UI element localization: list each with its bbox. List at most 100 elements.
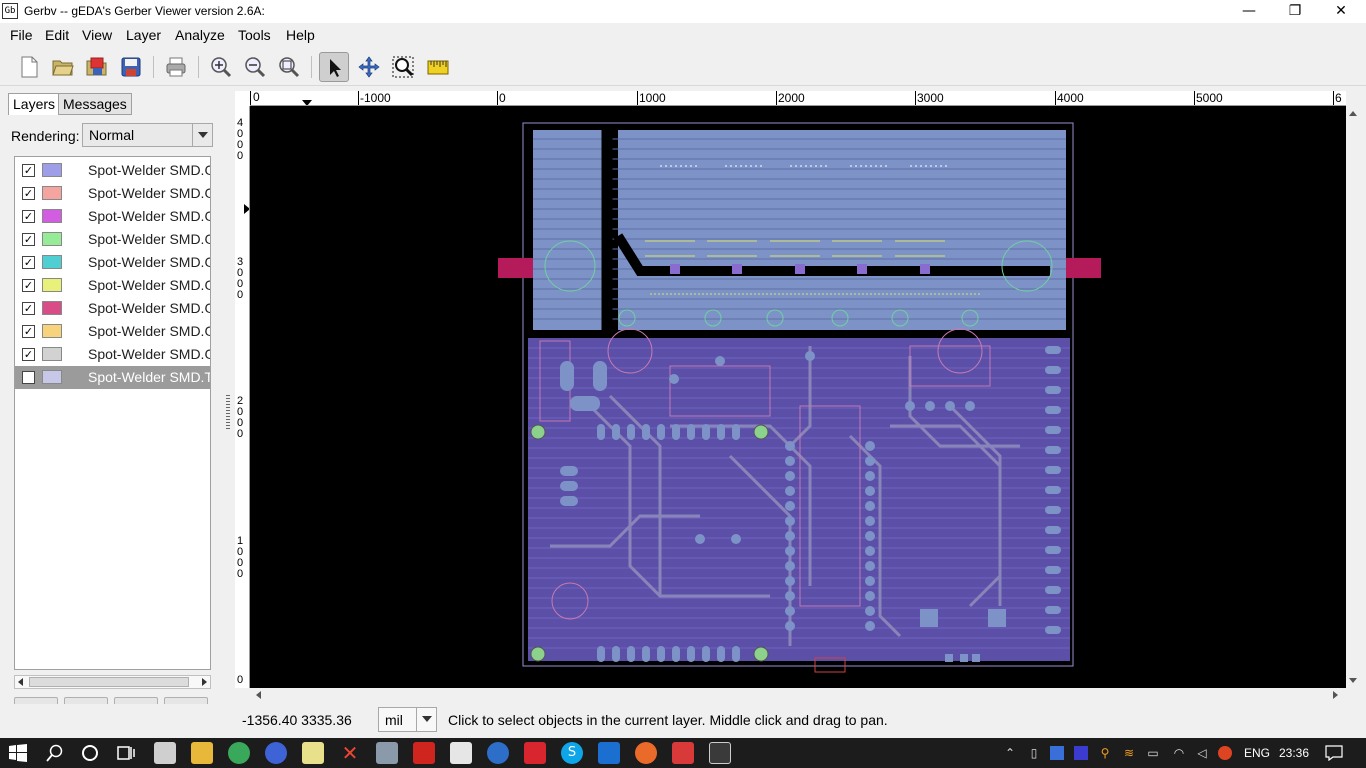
chevron-up-icon[interactable]	[1348, 109, 1358, 117]
chrome-icon[interactable]	[228, 742, 250, 764]
layer-color-swatch[interactable]	[42, 324, 62, 338]
chevron-right-icon[interactable]	[200, 677, 208, 687]
notifications-icon[interactable]	[1325, 745, 1343, 761]
firefox-icon[interactable]	[635, 742, 657, 764]
layer-color-swatch[interactable]	[42, 163, 62, 177]
outlook-icon[interactable]	[598, 742, 620, 764]
notepad-icon[interactable]	[302, 742, 324, 764]
layer-list-scrollbar[interactable]	[14, 675, 211, 689]
layer-visibility-checkbox[interactable]: ✓	[22, 256, 35, 269]
browser-icon[interactable]	[265, 742, 287, 764]
tray-search-icon[interactable]: ⚲	[1098, 746, 1112, 760]
tab-messages[interactable]: Messages	[58, 93, 132, 115]
layer-color-swatch[interactable]	[42, 255, 62, 269]
gerber-canvas[interactable]	[250, 106, 1346, 688]
layer-visibility-checkbox[interactable]: ✓	[22, 164, 35, 177]
chevron-left-icon[interactable]	[17, 677, 25, 687]
zoom-fit-button[interactable]	[274, 52, 304, 82]
pdf-reader-icon[interactable]	[524, 742, 546, 764]
tray-signal-icon[interactable]: ≋	[1122, 746, 1136, 760]
layer-row[interactable]: ✓ Spot-Welder SMD.GKO	[15, 343, 210, 366]
rendering-mode-select[interactable]: Normal	[82, 123, 213, 147]
close-button[interactable]: ✕	[1318, 0, 1364, 23]
zoom-out-button[interactable]	[240, 52, 270, 82]
file-explorer-icon[interactable]	[191, 742, 213, 764]
layer-color-swatch[interactable]	[42, 278, 62, 292]
clock[interactable]: 23:36	[1279, 746, 1309, 760]
menu-tools[interactable]: Tools	[238, 27, 271, 43]
clock-app-icon[interactable]	[154, 742, 176, 764]
print-button[interactable]	[161, 52, 191, 82]
clipboard-icon[interactable]	[450, 742, 472, 764]
chevron-right-icon[interactable]	[1332, 690, 1340, 700]
layer-row[interactable]: ✓ Spot-Welder SMD.GTS	[15, 251, 210, 274]
layer-color-swatch[interactable]	[42, 370, 62, 384]
layer-visibility-checkbox[interactable]: ✓	[22, 348, 35, 361]
start-icon[interactable]	[9, 744, 27, 762]
layer-visibility-checkbox[interactable]: ✓	[22, 233, 35, 246]
menu-analyze[interactable]: Analyze	[175, 27, 225, 43]
search-app-icon[interactable]	[487, 742, 509, 764]
layer-row[interactable]: ✓ Spot-Welder SMD.GBL	[15, 182, 210, 205]
revert-button[interactable]	[82, 52, 112, 82]
layer-row[interactable]: ✓ Spot-Welder SMD.GTO	[15, 205, 210, 228]
tray-app3-icon[interactable]	[1218, 746, 1232, 760]
layer-visibility-checkbox[interactable]: ✓	[22, 279, 35, 292]
tab-layers[interactable]: Layers	[8, 93, 61, 115]
skype-icon[interactable]: S	[561, 742, 583, 764]
xmind-icon[interactable]: ✕	[339, 742, 361, 764]
unit-select[interactable]: mil	[378, 707, 437, 732]
menu-view[interactable]: View	[82, 27, 112, 43]
wifi-icon[interactable]: ◠	[1172, 746, 1186, 760]
menu-help[interactable]: Help	[286, 27, 315, 43]
measure-tool-button[interactable]	[423, 52, 453, 82]
canvas-vertical-scrollbar[interactable]	[1346, 106, 1360, 688]
volume-icon[interactable]: ◁	[1195, 746, 1209, 760]
gerbv-taskbar-icon[interactable]	[709, 742, 731, 764]
language-indicator[interactable]: ENG	[1244, 746, 1270, 760]
layer-visibility-checkbox[interactable]: ✓	[22, 302, 35, 315]
layer-color-swatch[interactable]	[42, 301, 62, 315]
gerbv-app-icon[interactable]: Gb	[2, 3, 18, 19]
menu-file[interactable]: File	[10, 27, 33, 43]
save-button[interactable]	[116, 52, 146, 82]
calculator-icon[interactable]	[376, 742, 398, 764]
app-icon[interactable]	[672, 742, 694, 764]
battery-icon[interactable]: ▭	[1146, 746, 1160, 760]
layer-color-swatch[interactable]	[42, 186, 62, 200]
zoom-tool-button[interactable]	[388, 52, 418, 82]
pointer-tool-button[interactable]	[319, 52, 349, 82]
new-project-button[interactable]	[14, 52, 44, 82]
zoom-in-button[interactable]	[206, 52, 236, 82]
pan-tool-button[interactable]	[354, 52, 384, 82]
layer-row-selected[interactable]: Spot-Welder SMD.TXT	[15, 366, 210, 389]
chevron-up-icon[interactable]: ⌃	[1003, 746, 1017, 760]
layer-visibility-checkbox[interactable]	[22, 371, 35, 384]
layer-color-swatch[interactable]	[42, 209, 62, 223]
layer-color-swatch[interactable]	[42, 347, 62, 361]
search-icon[interactable]	[46, 744, 64, 762]
open-button[interactable]	[48, 52, 78, 82]
task-view-icon[interactable]	[117, 744, 135, 762]
red-app-icon[interactable]	[413, 742, 435, 764]
layer-row[interactable]: ✓ Spot-Welder SMD.GTL	[15, 159, 210, 182]
cortana-icon[interactable]	[81, 744, 99, 762]
menu-edit[interactable]: Edit	[45, 27, 69, 43]
layer-row[interactable]: ✓ Spot-Welder SMD.GTP	[15, 297, 210, 320]
layer-color-swatch[interactable]	[42, 232, 62, 246]
tray-app-icon[interactable]	[1050, 746, 1064, 760]
layer-row[interactable]: ✓ Spot-Welder SMD.GBS	[15, 274, 210, 297]
pane-splitter-handle[interactable]	[226, 395, 230, 431]
canvas-horizontal-scrollbar[interactable]	[250, 688, 1346, 702]
minimize-button[interactable]: —	[1226, 0, 1272, 23]
layer-row[interactable]: ✓ Spot-Welder SMD.GBO	[15, 228, 210, 251]
chevron-left-icon[interactable]	[254, 690, 262, 700]
usb-icon[interactable]: ▯	[1027, 746, 1041, 760]
menu-layer[interactable]: Layer	[126, 27, 161, 43]
layer-visibility-checkbox[interactable]: ✓	[22, 325, 35, 338]
chevron-down-icon[interactable]	[1348, 677, 1358, 685]
layer-visibility-checkbox[interactable]: ✓	[22, 187, 35, 200]
maximize-button[interactable]: ❐	[1272, 0, 1318, 23]
tray-app2-icon[interactable]	[1074, 746, 1088, 760]
scrollbar-thumb[interactable]	[29, 677, 189, 687]
